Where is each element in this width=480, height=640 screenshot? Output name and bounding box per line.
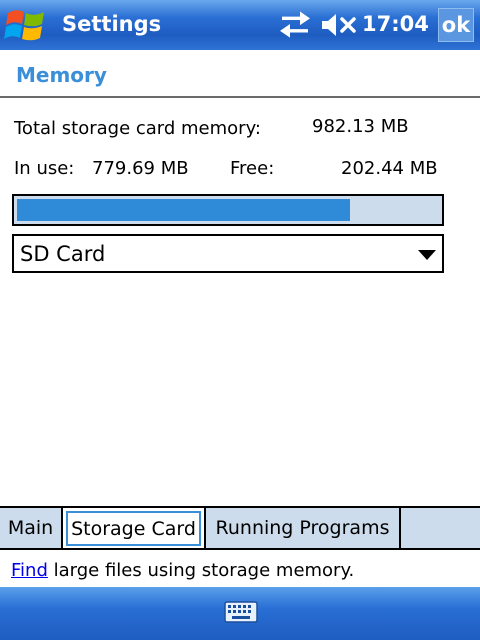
- tab-storage-card[interactable]: Storage Card: [63, 508, 206, 548]
- tab-bar: Main Storage Card Running Programs: [0, 506, 480, 550]
- memory-usage-fill: [17, 199, 350, 221]
- total-memory-value: 982.13 MB: [312, 116, 409, 137]
- find-hint-text: large files using storage memory.: [47, 560, 355, 581]
- find-link[interactable]: Find: [11, 560, 48, 581]
- tab-running-programs[interactable]: Running Programs: [206, 508, 401, 548]
- clock[interactable]: 17:04: [362, 12, 429, 36]
- section-title: Memory: [16, 63, 107, 87]
- section-divider: [0, 96, 480, 98]
- title-bar: Settings 17:04 ok: [0, 0, 480, 50]
- menu-bar: [0, 587, 480, 640]
- in-use-value: 779.69 MB: [92, 158, 189, 179]
- chevron-down-icon: [418, 250, 436, 260]
- memory-usage-bar: [12, 194, 444, 226]
- connectivity-arrows-icon[interactable]: [278, 11, 312, 39]
- tab-storage-card-label: Storage Card: [66, 511, 201, 546]
- storage-card-select[interactable]: SD Card: [12, 234, 444, 273]
- total-memory-label: Total storage card memory:: [14, 118, 261, 139]
- ok-button[interactable]: ok: [438, 8, 474, 42]
- volume-muted-icon[interactable]: [320, 12, 358, 38]
- storage-card-select-value: SD Card: [20, 242, 106, 266]
- window-title: Settings: [62, 12, 162, 36]
- free-label: Free:: [230, 158, 275, 179]
- tab-main[interactable]: Main: [0, 508, 63, 548]
- windows-flag-icon[interactable]: [4, 5, 48, 45]
- in-use-label: In use:: [14, 158, 75, 179]
- free-value: 202.44 MB: [341, 158, 438, 179]
- find-files-hint: Find large files using storage memory.: [11, 560, 354, 581]
- keyboard-icon[interactable]: [224, 601, 258, 623]
